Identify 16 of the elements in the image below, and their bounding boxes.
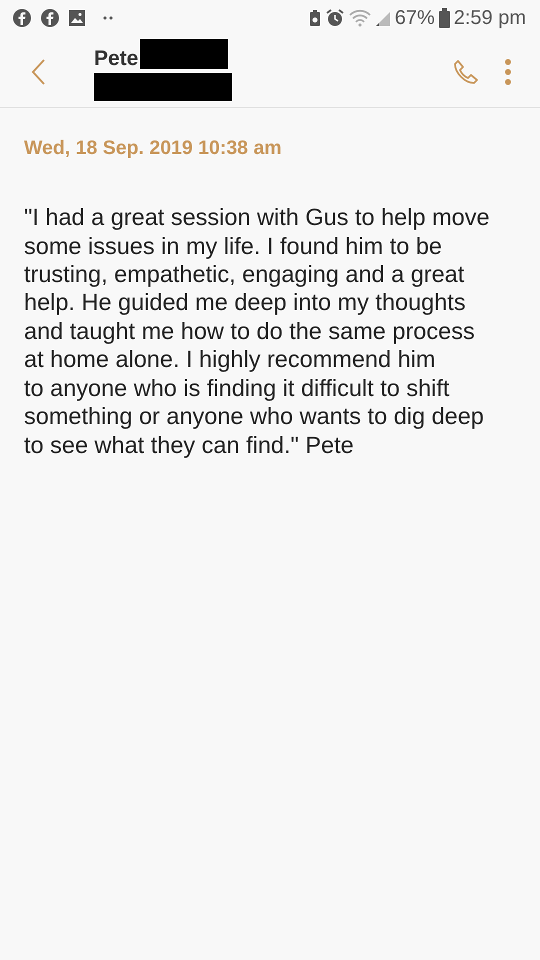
call-button[interactable]	[452, 58, 480, 86]
facebook-icon	[40, 8, 60, 28]
wifi-icon	[348, 9, 371, 27]
battery-percentage: 67%	[394, 6, 435, 31]
battery-saver-icon	[308, 9, 321, 27]
facebook-icon	[12, 8, 32, 28]
image-icon	[68, 9, 86, 27]
message-text: "I had a great session with Gus to help move some issues in my life. I found him to be trusting, empathetic, engaging and a great help. He guided me deep into my thoughts and taught me how to do the same process at home alone. I highly recommend him to anyone who is finding it difficult to shift something or anyone who wants to dig deep to see what they can find." Pete	[24, 203, 491, 459]
back-button[interactable]	[30, 58, 46, 86]
contact-name: Pete	[94, 48, 138, 68]
clock-time: 2:59 pm	[454, 6, 526, 31]
alarm-icon	[324, 8, 345, 28]
battery-icon	[438, 8, 450, 28]
more-options-button[interactable]	[504, 58, 512, 86]
message-date: Wed, 18 Sep. 2019 10:38 am	[24, 136, 283, 161]
more-notifications-icon	[102, 15, 114, 21]
